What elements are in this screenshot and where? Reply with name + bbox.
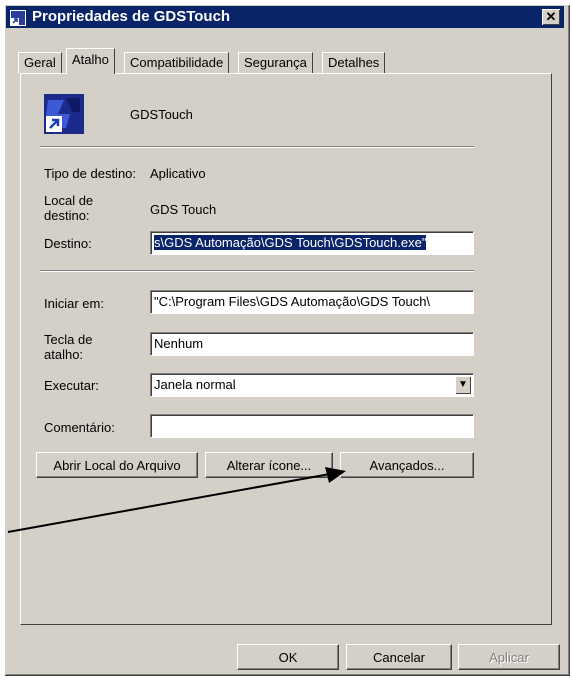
tab-atalho[interactable]: Atalho xyxy=(66,48,115,74)
annotation-arrow xyxy=(7,467,346,533)
